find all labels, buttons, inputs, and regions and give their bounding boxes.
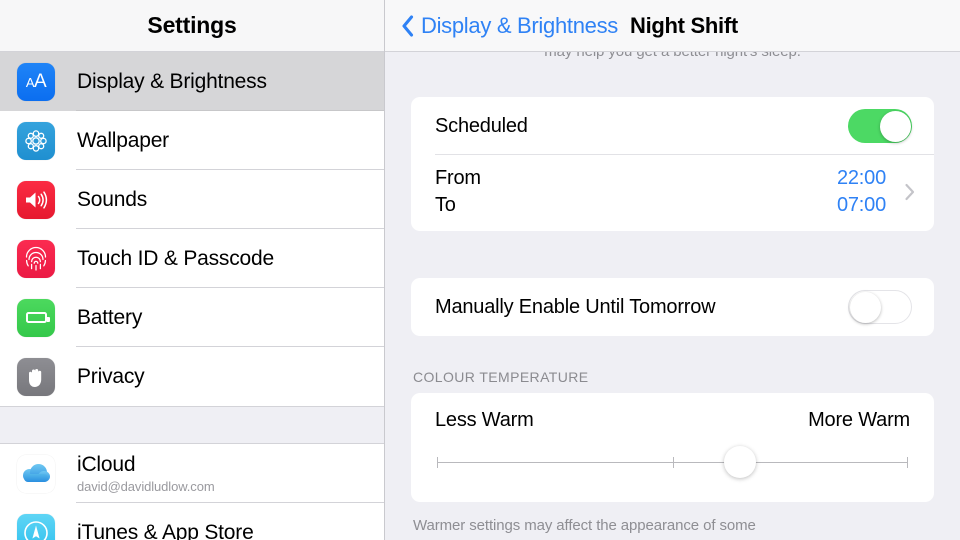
night-shift-detail-pane: Display & Brightness Night Shift may hel… [385,0,960,540]
scheduled-card: Scheduled From 22:00 To 07:00 [411,97,934,231]
colour-temperature-footer-note: Warmer settings may affect the appearanc… [413,517,756,534]
toggle-knob [879,110,911,142]
colour-temperature-card: Less Warm More Warm [411,393,934,502]
colour-temperature-slider[interactable] [431,446,914,480]
page-title: Night Shift [629,12,738,38]
fingerprint-icon [17,239,55,278]
chevron-left-icon [402,14,414,37]
to-label: To [435,194,456,216]
sidebar-group-primary: AA Display & Brightness Wallpaper Sounds… [0,52,384,406]
chevron-right-icon [905,183,915,201]
manual-enable-row[interactable]: Manually Enable Until Tomorrow [411,278,934,336]
sidebar-item-label: Battery [77,305,143,329]
sidebar-item-label: iCloud [77,453,136,477]
sidebar-item-icloud[interactable]: iCloud david@davidludlow.com [0,444,384,503]
wallpaper-icon [17,121,55,160]
back-button[interactable]: Display & Brightness [401,13,618,39]
sidebar-item-label: iTunes & App Store [77,520,254,540]
from-label: From [435,167,481,189]
manual-enable-toggle[interactable] [848,290,912,324]
scheduled-row[interactable]: Scheduled [411,97,934,155]
sidebar-item-label: Sounds [77,187,148,211]
slider-max-label: More Warm [808,409,910,431]
sidebar-item-label: Privacy [77,364,145,388]
sidebar-group-divider [0,406,384,444]
sidebar-item-display-brightness[interactable]: AA Display & Brightness [0,52,384,111]
sidebar-item-sublabel: david@davidludlow.com [77,478,215,494]
back-button-label: Display & Brightness [421,12,618,38]
sidebar-item-label: Wallpaper [77,128,169,152]
sidebar-item-wallpaper[interactable]: Wallpaper [0,111,384,170]
slider-tick-min [437,457,438,468]
schedule-time-row[interactable]: From 22:00 To 07:00 [411,155,934,231]
scheduled-label: Scheduled [435,114,528,137]
slider-tick-max [907,457,908,468]
hand-icon [17,357,55,396]
slider-knob[interactable] [724,446,757,478]
manual-enable-label: Manually Enable Until Tomorrow [435,295,716,318]
colour-temperature-section-header: COLOUR TEMPERATURE [413,369,589,385]
sidebar-item-label: Touch ID & Passcode [77,246,274,270]
sidebar-header: Settings [0,0,384,52]
scheduled-toggle[interactable] [848,109,912,143]
detail-scroll-area[interactable]: may help you get a better night's sleep.… [385,43,960,540]
sidebar-group-accounts: iCloud david@davidludlow.com iTunes & Ap… [0,444,384,540]
battery-icon [17,298,55,337]
toggle-knob [849,291,881,323]
sidebar-item-privacy[interactable]: Privacy [0,347,384,406]
sounds-speaker-icon [17,180,55,219]
sidebar-item-battery[interactable]: Battery [0,288,384,347]
sidebar-item-touch-id-passcode[interactable]: Touch ID & Passcode [0,229,384,288]
sidebar-header-title: Settings [147,12,237,38]
itunes-app-store-icon [17,513,55,540]
sidebar-item-sounds[interactable]: Sounds [0,170,384,229]
detail-navigation-bar: Display & Brightness Night Shift [385,0,960,52]
settings-sidebar: Settings AA Display & Brightness Wallpap… [0,0,385,540]
settings-split-view: Settings AA Display & Brightness Wallpap… [0,0,960,540]
sidebar-item-itunes-app-store[interactable]: iTunes & App Store [0,503,384,540]
icloud-icon [17,454,55,493]
to-value: 07:00 [836,194,886,216]
display-brightness-icon: AA [17,62,55,101]
slider-tick-mid [672,457,674,468]
sidebar-item-label: Display & Brightness [77,69,267,93]
slider-end-labels: Less Warm More Warm [431,409,914,432]
slider-min-label: Less Warm [435,409,534,431]
from-value: 22:00 [836,167,886,189]
manual-enable-card: Manually Enable Until Tomorrow [411,278,934,336]
